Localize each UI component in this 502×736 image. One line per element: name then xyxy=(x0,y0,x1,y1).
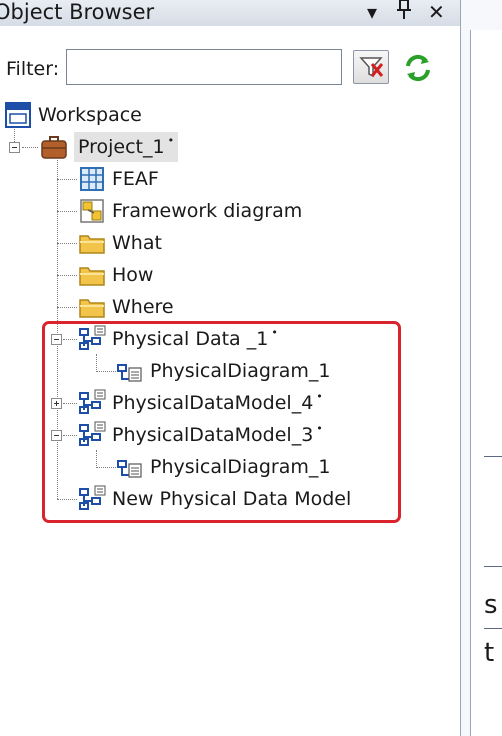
red-highlight-box xyxy=(42,321,401,523)
framework-diagram-icon xyxy=(80,199,104,223)
tree-item-feaf[interactable]: FEAF xyxy=(78,164,159,194)
tree-connector xyxy=(57,179,77,180)
object-browser-panel: Object Browser ▾ ✕ Filter: Workspace Pro… xyxy=(0,0,461,736)
tree-item-project[interactable]: Project_1 • xyxy=(40,132,179,162)
clear-filter-button[interactable] xyxy=(353,50,389,84)
briefcase-icon xyxy=(41,136,67,159)
folder-icon xyxy=(79,299,105,318)
tree-item-framework-diagram[interactable]: Framework diagram xyxy=(78,196,302,226)
pin-icon[interactable] xyxy=(397,0,411,27)
tree-item-where[interactable]: Where xyxy=(78,292,174,322)
tree-item-what[interactable]: What xyxy=(78,228,162,258)
tree-item-label: What xyxy=(112,232,162,254)
tree-item-label: Framework diagram xyxy=(112,200,303,222)
tree-item-label: Where xyxy=(112,296,174,318)
tree-item-label: Project_1 • xyxy=(74,132,179,162)
close-icon[interactable]: ✕ xyxy=(428,0,445,26)
refresh-button[interactable] xyxy=(402,52,434,84)
tree-connector xyxy=(57,243,77,244)
tree-item-label: FEAF xyxy=(112,168,159,190)
tree-connector xyxy=(57,211,77,212)
folder-icon xyxy=(79,267,105,286)
filter-input[interactable] xyxy=(66,49,342,85)
tree-connector xyxy=(57,307,77,308)
tree-connector xyxy=(22,147,38,148)
tree-connector xyxy=(57,275,77,276)
clear-filter-icon xyxy=(359,57,384,78)
tree-item-workspace[interactable]: Workspace xyxy=(4,100,142,130)
adjacent-pane-divider xyxy=(484,628,502,629)
folder-icon xyxy=(79,235,105,254)
grid-icon xyxy=(80,167,104,191)
adjacent-pane-text: t xyxy=(484,638,495,668)
panel-titlebar: Object Browser ▾ ✕ xyxy=(0,0,460,26)
tree-item-label: How xyxy=(112,264,154,286)
panel-title: Object Browser xyxy=(0,0,155,24)
filter-label: Filter: xyxy=(6,58,60,80)
dropdown-menu-icon[interactable]: ▾ xyxy=(367,0,377,26)
workspace-icon xyxy=(5,102,31,128)
adjacent-pane-text: s xyxy=(484,590,498,620)
tree-item-how[interactable]: How xyxy=(78,260,153,290)
refresh-icon xyxy=(406,54,430,82)
filter-bar: Filter: xyxy=(0,44,460,92)
tree-item-label: Workspace xyxy=(38,104,142,126)
collapse-project-toggle[interactable] xyxy=(9,142,20,153)
adjacent-pane-frame xyxy=(470,30,502,736)
adjacent-pane-divider xyxy=(484,566,502,567)
adjacent-pane-divider xyxy=(484,456,502,457)
